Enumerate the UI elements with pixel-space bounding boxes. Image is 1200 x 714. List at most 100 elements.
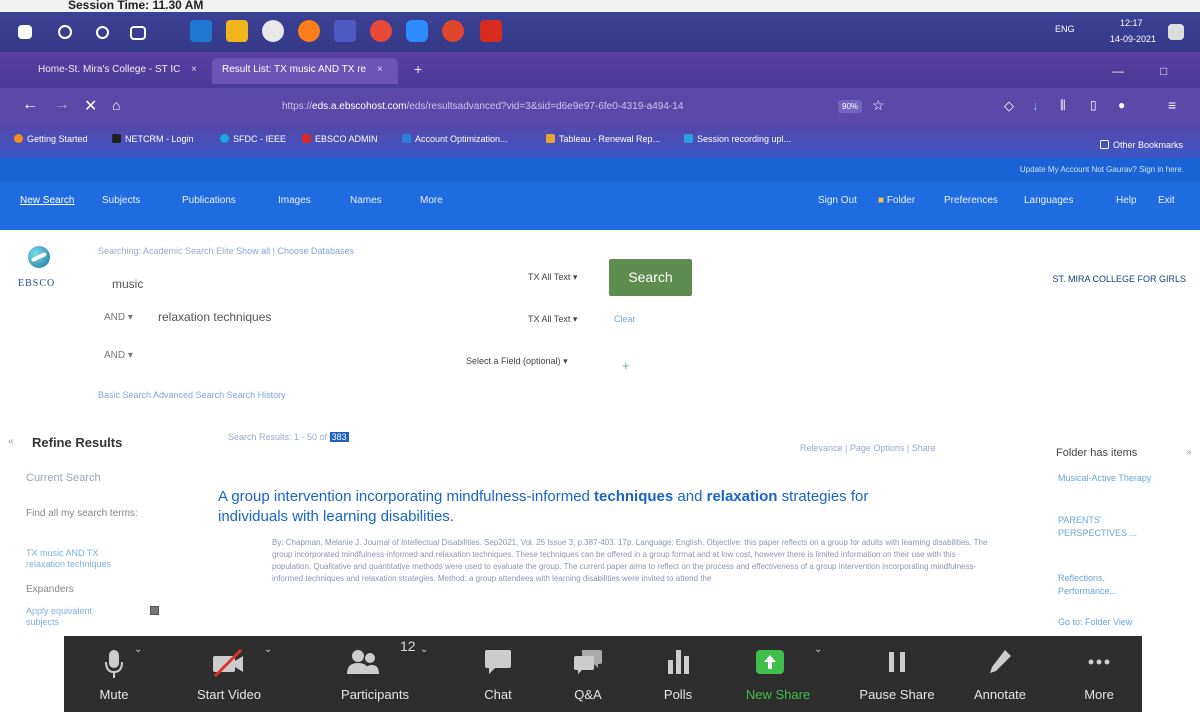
app-icon[interactable] [262,20,284,42]
folder-view-link[interactable]: Go to: Folder View [1058,616,1158,629]
sidebar-icon[interactable]: ▯ [1090,98,1097,112]
nav-subjects[interactable]: Subjects [102,195,140,206]
zoom-level[interactable]: 90% [838,100,863,113]
search-term-1[interactable]: music [112,277,143,291]
bookmark-session-recording[interactable]: Session recording upl... [684,134,791,144]
search-mode-links[interactable]: Basic Search Advanced Search Search Hist… [98,390,286,400]
cortana-icon[interactable] [96,26,109,39]
results-count-label: Search Results: 1 - 50 of [228,432,328,442]
bookmark-getting-started[interactable]: Getting Started [14,134,88,144]
field-select-2[interactable]: TX All Text ▾ [528,314,577,325]
pocket-icon[interactable]: ◇ [1004,98,1014,114]
nav-new-search[interactable]: New Search [20,195,74,206]
back-icon[interactable]: ← [22,96,38,114]
teams-icon[interactable] [334,20,356,42]
zoom-app-icon[interactable] [406,20,428,42]
result-title-link[interactable]: A group intervention incorporating mindf… [218,487,938,527]
nav-exit[interactable]: Exit [1158,195,1175,206]
bool-operator-3[interactable]: AND ▾ [104,350,133,361]
search-button[interactable]: Search [609,259,692,296]
nav-folder[interactable]: ■ Folder [878,195,915,206]
folder-item[interactable]: PARENTS' PERSPECTIVES ... [1058,514,1158,540]
nav-help[interactable]: Help [1116,195,1137,206]
minimize-icon[interactable]: — [1102,58,1134,84]
url-field[interactable]: https://eds.a.ebscohost.com/eds/resultsa… [240,96,860,118]
firefox-icon[interactable] [298,20,320,42]
library-icon[interactable]: ⫼ [1060,98,1066,113]
checkbox-icon[interactable] [150,606,159,615]
bookmark-netcrm[interactable]: NETCRM - Login [112,134,194,144]
ebsco-globe-icon [28,246,50,268]
new-tab-icon[interactable]: + [404,58,432,84]
chevron-down-icon[interactable]: ⌄ [134,644,142,655]
forward-icon[interactable]: → [54,96,70,114]
acrobat-icon[interactable] [480,20,502,42]
choose-databases-link[interactable]: Choose Databases [277,246,354,256]
search-terms-link[interactable]: TX music AND TX relaxation techniques [26,548,136,570]
notifications-icon[interactable] [1168,24,1184,40]
other-bookmarks[interactable]: Other Bookmarks [1100,140,1183,150]
chrome-icon[interactable] [370,20,392,42]
language-indicator[interactable]: ENG [1055,24,1075,34]
nav-publications[interactable]: Publications [182,195,236,206]
polls-button[interactable]: Polls [648,636,708,712]
field-select-3[interactable]: Select a Field (optional) ▾ [466,356,568,367]
tab-home[interactable]: Home-St. Mira's College - ST IC × [28,58,208,84]
qa-button[interactable]: Q&A [558,636,618,712]
menu-icon[interactable]: ≡ [1168,97,1176,113]
close-icon[interactable]: × [191,64,197,75]
annotate-label: Annotate [973,687,1027,702]
field-select-1[interactable]: TX All Text ▾ [528,272,577,283]
nav-names[interactable]: Names [350,195,382,206]
pause-share-button[interactable]: Pause Share [850,636,944,712]
chevron-down-icon[interactable]: ⌄ [420,644,428,655]
add-row-icon[interactable]: + [622,358,630,373]
new-share-button[interactable]: ⌄ New Share [728,636,828,712]
search-icon[interactable] [58,25,72,39]
bookmark-sfdc[interactable]: SFDC - IEEE [220,134,286,144]
bookmark-ebsco-admin[interactable]: EBSCO ADMIN [302,134,378,144]
collapse-right-icon[interactable]: » [1186,447,1192,458]
tab-result-list[interactable]: Result List: TX music AND TX re × [212,58,398,84]
title-keyword: relaxation [706,488,778,505]
star-icon[interactable]: ☆ [872,97,885,114]
task-view-icon[interactable] [130,26,146,40]
nav-preferences[interactable]: Preferences [944,195,998,206]
bookmark-tableau[interactable]: Tableau - Renewal Rep... [546,134,660,144]
account-links[interactable]: Update My Account Not Gaurav? Sign in he… [1020,165,1184,174]
search-term-2[interactable]: relaxation techniques [158,310,271,324]
mute-button[interactable]: ⌄ Mute [74,636,154,712]
close-icon[interactable]: × [377,64,383,75]
participants-button[interactable]: 12 ⌄ Participants [316,636,434,712]
nav-sign-out[interactable]: Sign Out [818,195,857,206]
annotate-button[interactable]: Annotate [960,636,1040,712]
apply-equivalent-link[interactable]: Apply equivalent subjects [26,606,126,628]
chevron-down-icon[interactable]: ⌄ [264,644,272,655]
home-icon[interactable]: ⌂ [112,97,120,113]
folder-item[interactable]: Musical-Active Therapy [1058,472,1158,485]
chat-button[interactable]: Chat [468,636,528,712]
start-video-button[interactable]: ⌄ Start Video [174,636,284,712]
collapse-icon[interactable]: « [8,436,14,447]
windows-start-icon[interactable] [18,25,32,39]
account-icon[interactable]: ● [1118,98,1125,112]
nav-languages[interactable]: Languages [1024,195,1074,206]
nav-images[interactable]: Images [278,195,311,206]
chevron-down-icon[interactable]: ⌄ [814,644,822,655]
sort-page-share-options[interactable]: Relevance | Page Options | Share [800,443,936,453]
download-icon[interactable]: ↓ [1032,98,1039,113]
nav-more[interactable]: More [420,195,443,206]
outlook-icon[interactable] [190,20,212,42]
maximize-icon[interactable]: □ [1150,58,1177,84]
more-button[interactable]: More [1064,636,1134,712]
folder-item[interactable]: Reflections, Performance... [1058,572,1158,598]
app-red-icon[interactable] [442,20,464,42]
file-explorer-icon[interactable] [226,20,248,42]
bookmark-icon [402,134,411,143]
bool-operator-2[interactable]: AND ▾ [104,312,133,323]
clear-link[interactable]: Clear [614,314,636,324]
bookmark-account-optimization[interactable]: Account Optimization... [402,134,508,144]
show-all-link[interactable]: Show all [236,246,270,256]
stop-icon[interactable]: ✕ [84,96,97,116]
mute-label: Mute [99,687,129,702]
